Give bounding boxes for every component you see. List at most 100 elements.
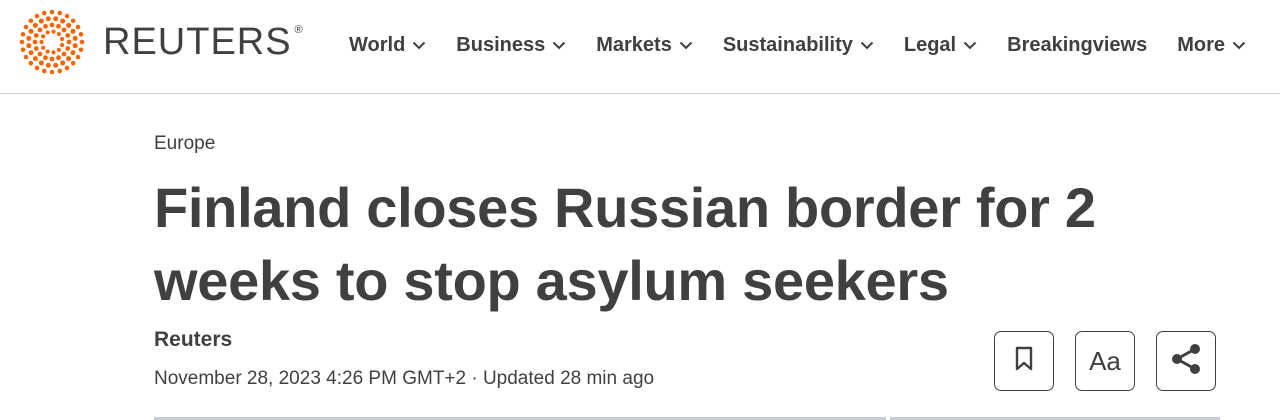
- chevron-down-icon: [552, 38, 566, 52]
- logo-dot: [37, 27, 43, 33]
- logo-dot: [23, 24, 29, 30]
- logo-dot: [65, 46, 71, 51]
- nav-label: Markets: [596, 33, 672, 56]
- chevron-down-icon: [679, 38, 693, 52]
- logo-dot: [70, 18, 76, 24]
- logo-dot: [75, 24, 81, 30]
- logo-dot: [66, 22, 72, 28]
- reuters-wordmark: REUTERS ®: [103, 21, 303, 63]
- logo-dot: [72, 35, 78, 41]
- text-size-button[interactable]: Aa: [1075, 331, 1135, 391]
- logo-dot: [38, 18, 44, 24]
- bookmark-icon: [1014, 346, 1034, 377]
- logo-dot: [23, 54, 29, 60]
- nav-label: World: [349, 33, 406, 56]
- logo-dot: [56, 47, 61, 53]
- logo-dot: [70, 60, 76, 66]
- nav-label: Sustainability: [722, 33, 853, 56]
- logo-dot: [78, 31, 84, 37]
- nav-item-breakingviews[interactable]: Breakingviews: [1007, 30, 1147, 60]
- reuters-logo-icon: [19, 9, 85, 75]
- logo-dot: [53, 62, 59, 68]
- logo-dot: [79, 39, 85, 45]
- share-icon: [1169, 343, 1203, 380]
- logo-dot: [70, 28, 76, 34]
- reuters-logo[interactable]: REUTERS ®: [16, 9, 303, 75]
- logo-dot: [61, 51, 67, 57]
- logo-dot: [70, 50, 76, 56]
- article-dateline: November 28, 2023 4:26 PM GMT+2 · Update…: [154, 368, 655, 389]
- logo-dot: [51, 29, 56, 34]
- logo-dot: [45, 62, 51, 68]
- logo-dot: [72, 43, 78, 49]
- article-headline: Finland closes Russian border for 2 week…: [154, 176, 1096, 312]
- nav-label: Legal: [903, 33, 957, 56]
- nav-item-business[interactable]: Business: [456, 30, 566, 60]
- nav-item-more[interactable]: More: [1177, 30, 1246, 60]
- logo-dot: [26, 43, 32, 49]
- site-header: REUTERS ® World Business Markets Sustaina…: [0, 0, 1280, 94]
- logo-dot: [20, 47, 26, 53]
- logo-dot: [28, 60, 34, 66]
- nav-label: More: [1177, 33, 1225, 56]
- logo-dot: [19, 39, 25, 45]
- chevron-down-icon: [860, 38, 874, 52]
- nav-label: Breakingviews: [1007, 33, 1148, 56]
- logo-dot: [75, 54, 81, 60]
- logo-dot: [51, 50, 56, 55]
- nav-label: Business: [456, 33, 546, 56]
- logo-dot: [49, 9, 55, 15]
- logo-dot: [28, 28, 34, 34]
- logo-dot: [45, 16, 51, 22]
- logo-dot: [64, 13, 70, 19]
- logo-dot: [57, 10, 63, 16]
- section-link[interactable]: Europe: [154, 133, 215, 155]
- share-button[interactable]: [1156, 331, 1216, 391]
- logo-dot: [57, 68, 63, 74]
- logo-dot: [56, 31, 61, 37]
- logo-dot: [41, 45, 46, 50]
- logo-dot: [34, 65, 40, 71]
- logo-dot: [78, 47, 84, 53]
- logo-dot: [33, 33, 39, 38]
- logo-dot: [43, 23, 48, 29]
- logo-dot: [64, 65, 70, 71]
- logo-dot: [32, 39, 38, 45]
- logo-dot: [49, 22, 55, 28]
- logo-dot: [56, 55, 61, 61]
- logo-dot: [45, 49, 50, 54]
- logo-dot: [49, 56, 55, 62]
- logo-dot: [56, 23, 61, 29]
- logo-dot: [37, 51, 43, 57]
- logo-dot: [20, 31, 26, 37]
- page: REUTERS ® World Business Markets Sustaina…: [0, 0, 1280, 420]
- logo-dot: [65, 33, 71, 38]
- chevron-down-icon: [412, 38, 426, 52]
- logo-dot: [32, 56, 38, 62]
- logo-dot: [28, 50, 34, 56]
- logo-dot: [34, 13, 40, 19]
- byline-author[interactable]: Reuters: [154, 328, 232, 352]
- nav-item-legal[interactable]: Legal: [904, 30, 977, 60]
- logo-dot: [43, 55, 48, 61]
- main-nav: World Business Markets Sustainability Le…: [349, 30, 1280, 60]
- registered-mark: ®: [294, 24, 304, 36]
- logo-dot: [49, 69, 55, 75]
- logo-dot: [38, 60, 44, 66]
- logo-dot: [39, 39, 44, 45]
- bookmark-button[interactable]: [994, 331, 1054, 391]
- nav-item-sustainability[interactable]: Sustainability: [723, 30, 874, 60]
- text-size-label: Aa: [1089, 345, 1121, 376]
- article-tools: Aa: [994, 331, 1216, 391]
- logo-dot: [41, 34, 46, 39]
- logo-dot: [66, 56, 72, 62]
- logo-dot: [60, 60, 66, 66]
- nav-item-markets[interactable]: Markets: [596, 30, 693, 60]
- nav-item-world[interactable]: World: [349, 30, 426, 60]
- logo-dot: [61, 27, 67, 33]
- logo-dot: [33, 46, 39, 51]
- logo-dot: [26, 35, 32, 41]
- logo-dot: [28, 18, 34, 24]
- brand-name: REUTERS: [103, 21, 292, 63]
- logo-dot: [59, 42, 65, 48]
